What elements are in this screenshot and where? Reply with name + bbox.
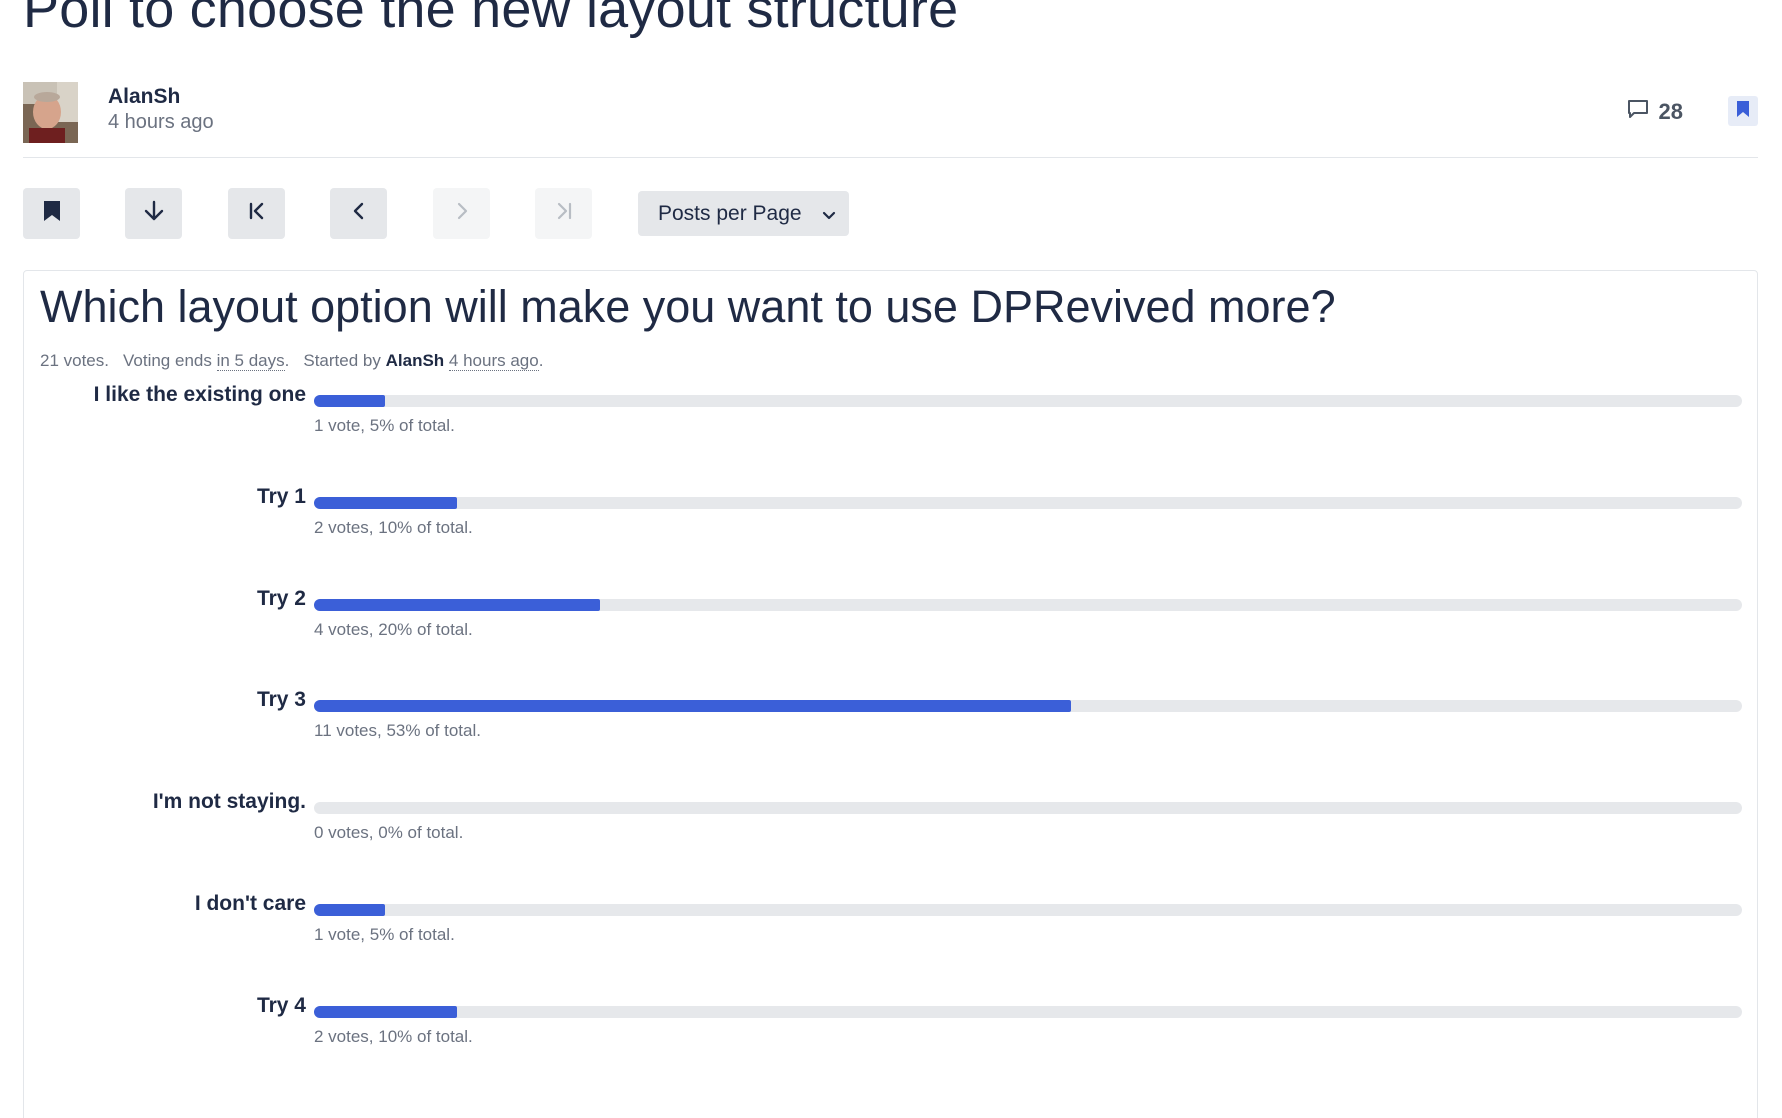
bookmark-icon	[43, 200, 61, 227]
poll-votes: 21 votes.	[40, 351, 109, 370]
started-by-prefix: Started by	[303, 351, 381, 370]
poll-option-bar	[314, 700, 1742, 713]
poll-option: Try 2 4 votes, 20% of total.	[24, 587, 1759, 667]
poll-option-bar	[314, 1005, 1742, 1018]
chevron-down-icon	[821, 205, 837, 229]
arrow-down-icon	[143, 200, 165, 227]
avatar[interactable]	[23, 82, 78, 143]
last-page-icon	[553, 200, 575, 227]
poll-option: Try 4 2 votes, 10% of total.	[24, 994, 1759, 1074]
poll-option-label: Try 3	[256, 688, 306, 712]
bookmark-icon	[1736, 100, 1750, 123]
poll-option-result: 1 vote, 5% of total.	[314, 925, 455, 944]
poll-option-result: 11 votes, 53% of total.	[314, 721, 481, 741]
author-name[interactable]: AlanSh	[108, 85, 180, 109]
next-page-icon	[451, 200, 473, 227]
voting-ends-suffix: .	[284, 351, 290, 370]
voting-ends-prefix: Voting ends	[123, 351, 212, 370]
poll-option-bar-fill	[314, 1005, 457, 1018]
poll-question: Which layout option will make you want t…	[40, 281, 1336, 332]
comment-count-value: 28	[1658, 98, 1683, 124]
post-header: AlanSh 4 hours ago 28	[23, 82, 1758, 158]
poll-option-result: 0 votes, 0% of total.	[314, 823, 464, 843]
poll-option-bar	[314, 395, 1742, 407]
last-page-button[interactable]	[535, 188, 592, 239]
poll-meta: 21 votes. Voting ends in 5 days. Started b…	[40, 351, 543, 371]
poll-option: I like the existing one 1 vote, 5% of tot…	[24, 383, 1759, 463]
poll-started-time: 4 hours ago	[448, 351, 539, 371]
poll-author[interactable]: AlanSh	[386, 351, 445, 370]
poll-option-bar-fill	[314, 395, 385, 407]
bookmark-thread-button[interactable]	[23, 188, 80, 239]
thread-title: Poll to choose the new layout structure	[23, 0, 959, 39]
poll-option-label: Try 2	[256, 586, 306, 610]
jump-to-new-button[interactable]	[125, 188, 182, 239]
poll-option-bar	[314, 496, 1742, 509]
poll-option-result: 1 vote, 5% of total.	[314, 416, 455, 435]
previous-page-button[interactable]	[330, 188, 387, 239]
poll-option-result: 4 votes, 20% of total.	[314, 619, 473, 639]
poll-option-label: I don't care	[194, 892, 306, 915]
poll-option-bar-fill	[314, 904, 385, 916]
comment-count[interactable]: 28	[1627, 98, 1683, 125]
poll-option: I'm not staying. 0 votes, 0% of total.	[24, 790, 1759, 870]
voting-ends-value: in 5 days	[216, 351, 285, 371]
first-page-icon	[246, 200, 268, 227]
page: Poll to choose the new layout structure …	[0, 0, 1782, 1118]
poll-option-bar-fill	[314, 598, 600, 611]
post-time: 4 hours ago	[108, 111, 214, 133]
poll-option-result: 2 votes, 10% of total.	[314, 1026, 473, 1046]
poll-card: Which layout option will make you want t…	[23, 270, 1758, 1118]
next-page-button[interactable]	[433, 188, 490, 239]
poll-option: Try 3 11 votes, 53% of total.	[24, 688, 1759, 768]
poll-option-label: Try 4	[256, 993, 306, 1017]
poll-option-bar	[314, 904, 1742, 916]
poll-option-result: 2 votes, 10% of total.	[314, 517, 473, 537]
poll-option-bar	[314, 802, 1742, 815]
previous-page-icon	[348, 200, 370, 227]
poll-option: I don't care 1 vote, 5% of total.	[24, 892, 1759, 972]
poll-option-bar-fill	[314, 700, 1071, 713]
started-suffix: .	[538, 351, 544, 370]
poll-option-bar-fill	[314, 496, 457, 509]
first-page-button[interactable]	[228, 188, 285, 239]
posts-per-page-label: Posts per Page	[658, 201, 802, 225]
comment-icon	[1627, 98, 1649, 125]
bookmark-button[interactable]	[1728, 96, 1758, 126]
posts-per-page-select[interactable]: Posts per Page	[638, 191, 849, 236]
poll-option-bar	[314, 598, 1742, 611]
poll-option-label: Try 1	[256, 484, 306, 508]
poll-option: Try 1 2 votes, 10% of total.	[24, 485, 1759, 565]
poll-option-label: I like the existing one	[93, 383, 306, 406]
poll-option-label: I'm not staying.	[152, 790, 306, 814]
